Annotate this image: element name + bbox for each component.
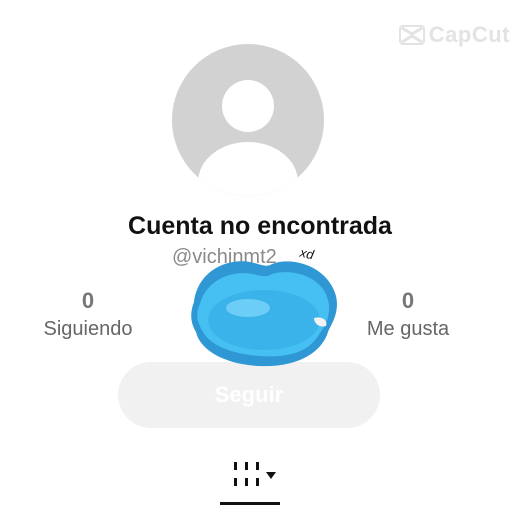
- following-count: 0: [81, 288, 95, 313]
- capcut-watermark: CapCut: [398, 22, 510, 48]
- tab-underline: [220, 502, 280, 505]
- caret-down-icon: [266, 472, 276, 479]
- default-avatar-icon: [172, 44, 324, 196]
- likes-label: Me gusta: [366, 318, 450, 340]
- watermark-text: CapCut: [428, 22, 510, 47]
- page-title: Cuenta no encontrada: [128, 212, 392, 240]
- blue-lips-sticker: [191, 261, 337, 367]
- stat-likes[interactable]: 0 Me gusta: [350, 288, 466, 341]
- grid-videos-icon: [234, 462, 259, 486]
- capcut-logo-icon: [398, 25, 425, 45]
- follow-button[interactable]: Seguir: [118, 362, 380, 428]
- tab-videos[interactable]: [220, 452, 282, 508]
- likes-count: 0: [401, 288, 415, 313]
- following-label: Siguiendo: [43, 318, 133, 340]
- stat-following[interactable]: 0 Siguiendo: [28, 288, 148, 341]
